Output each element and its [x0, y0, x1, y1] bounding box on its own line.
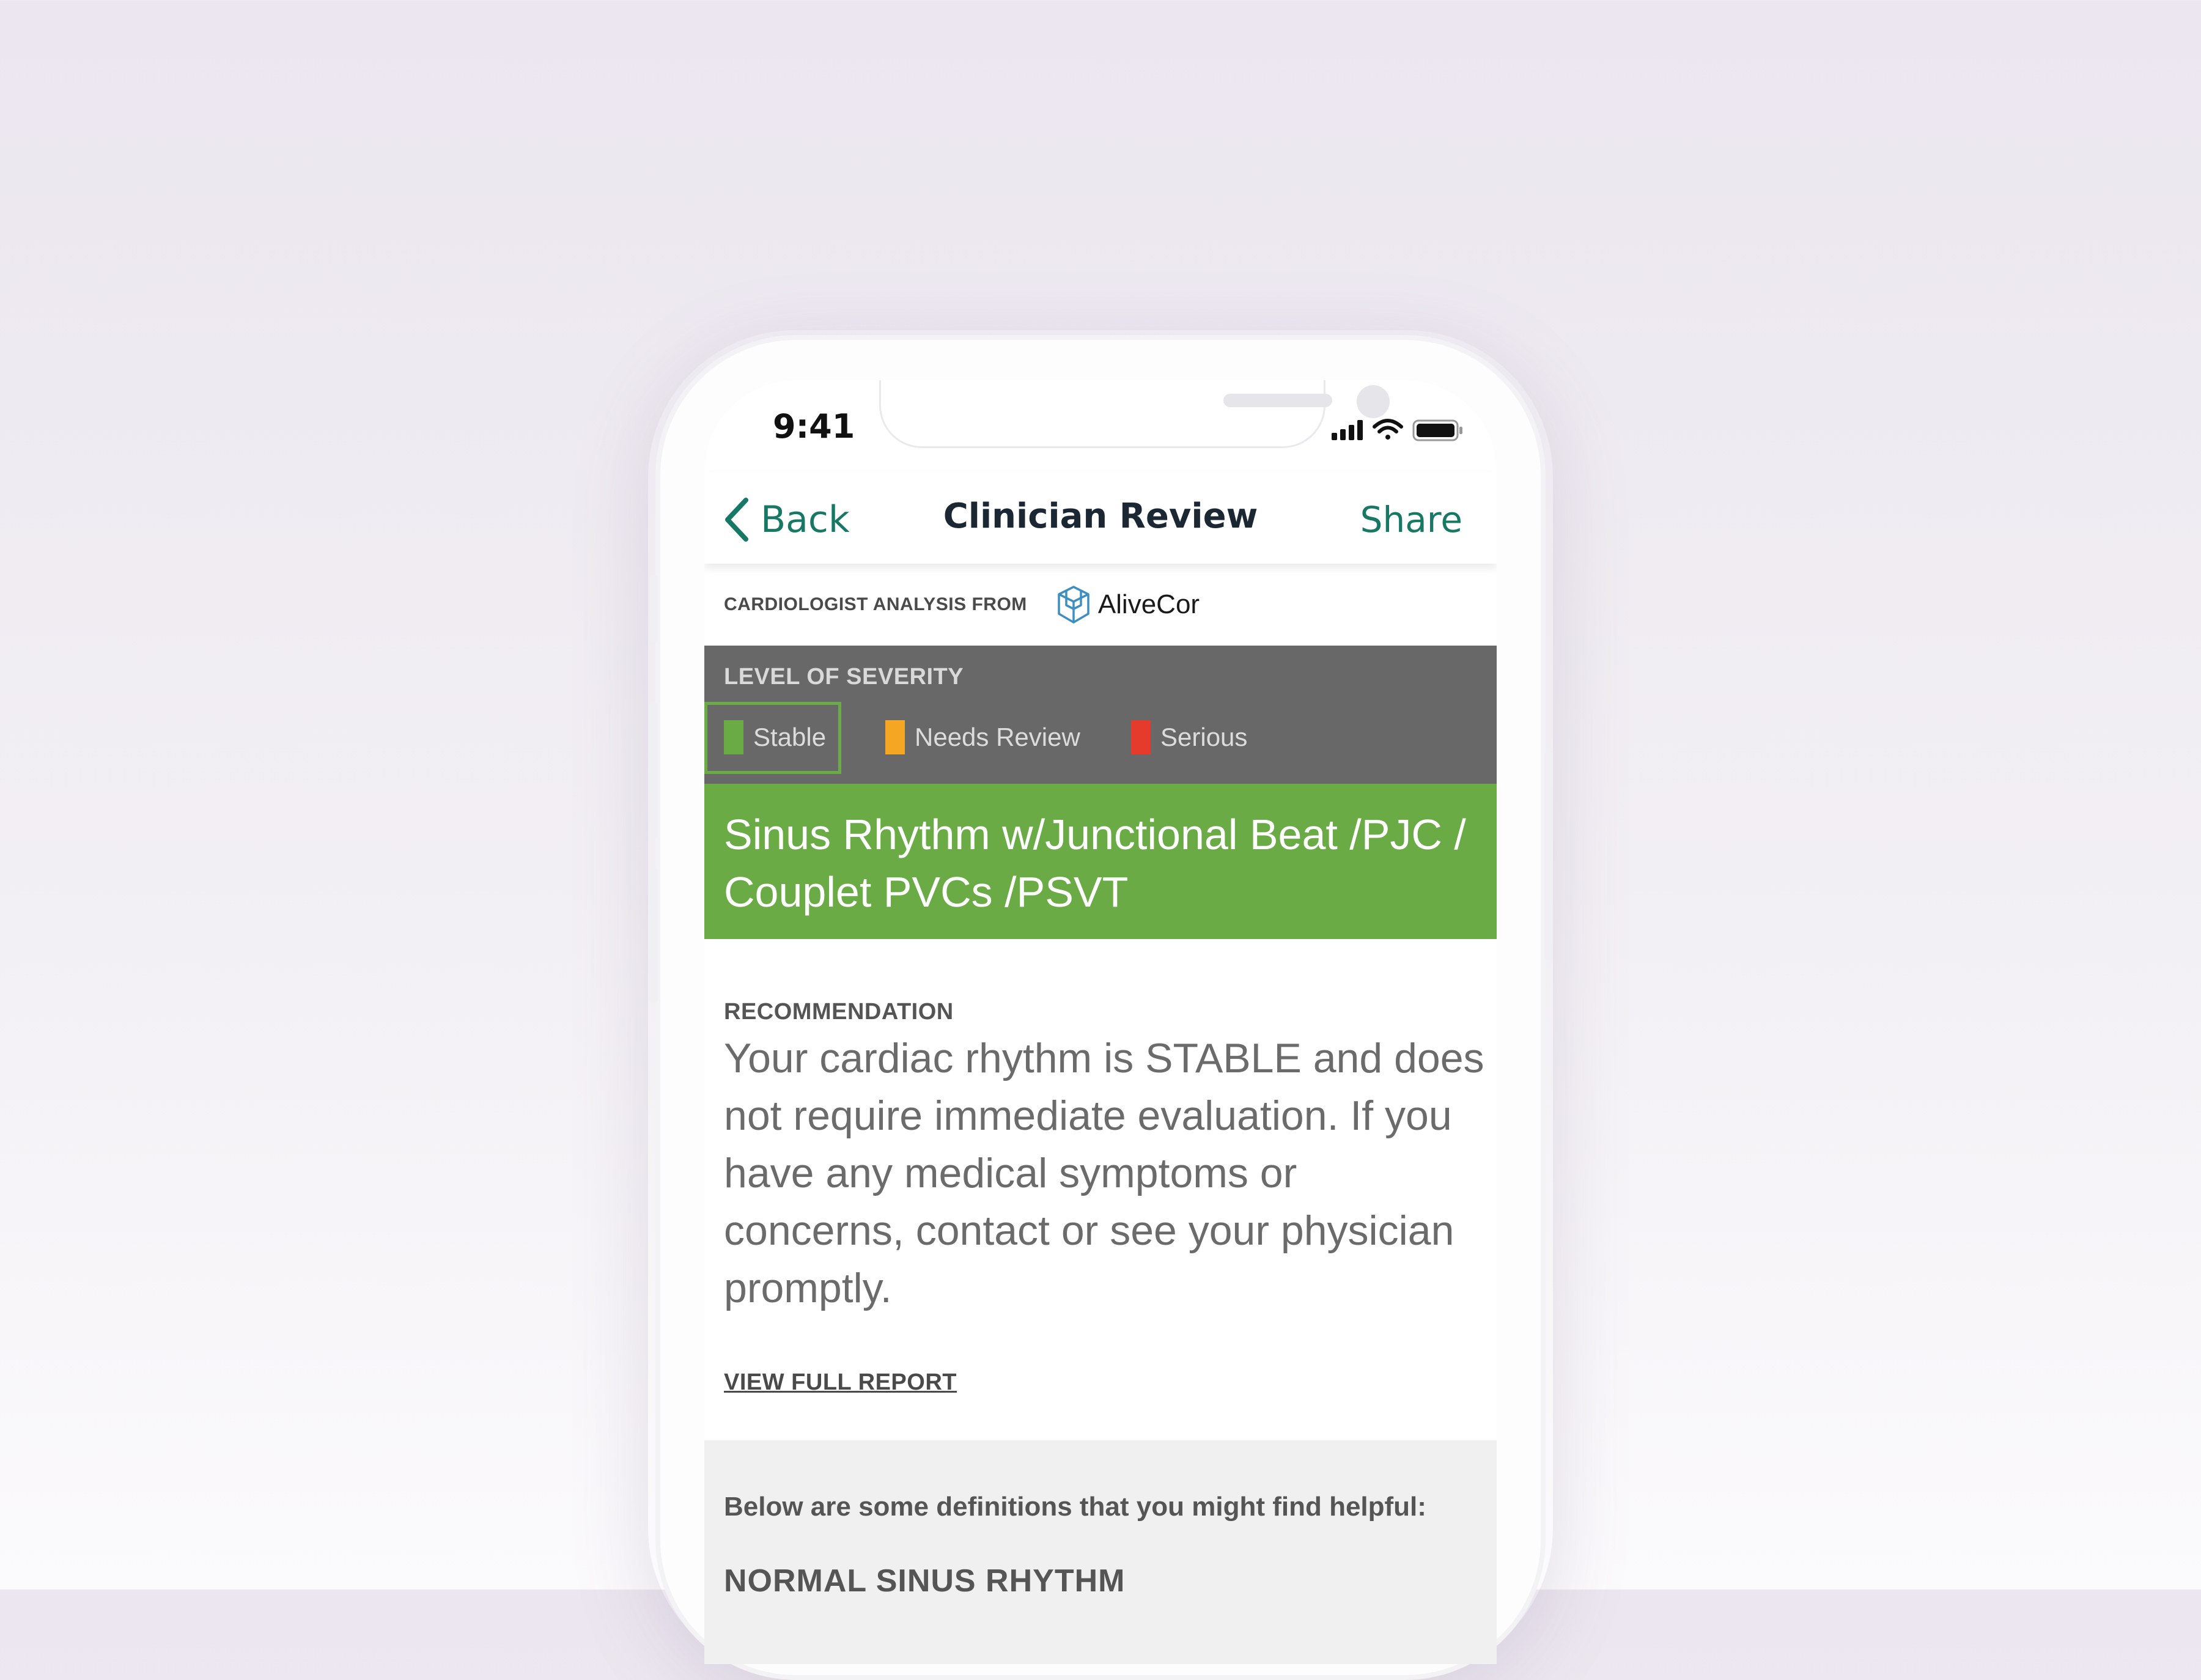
severity-stable-label: Stable — [753, 723, 827, 751]
alivecor-wordmark: AliveCor — [1097, 589, 1200, 619]
severity-needs-review-label: Needs Review — [915, 723, 1080, 751]
chevron-left-icon — [725, 498, 748, 542]
alivecor-logo-icon — [1058, 586, 1089, 624]
severity-heading: LEVEL OF SEVERITY — [724, 664, 964, 690]
status-icons — [1322, 414, 1469, 445]
cellular-signal-icon — [1332, 420, 1363, 440]
back-label: Back — [761, 498, 850, 541]
analysis-source-label: CARDIOLOGIST ANALYSIS FROM — [724, 594, 1027, 614]
severity-serious-swatch — [1131, 720, 1151, 754]
severity-serious: Serious — [1131, 701, 1247, 774]
severity-panel: LEVEL OF SEVERITY Stable Needs Review Se… — [704, 646, 1497, 784]
battery-icon — [1412, 419, 1462, 441]
definitions-intro: Below are some definitions that you migh… — [724, 1492, 1426, 1522]
severity-stable-swatch — [724, 720, 743, 754]
side-button-silent — [649, 575, 658, 642]
severity-needs-review-swatch — [885, 720, 905, 754]
alivecor-logo: AliveCor — [1055, 584, 1200, 625]
status-time: 9:41 — [773, 407, 855, 446]
diagnosis-banner: Sinus Rhythm w/Junctional Beat /PJC / Co… — [704, 784, 1497, 939]
recommendation-text: Your cardiac rhythm is STABLE and does n… — [724, 1035, 1484, 1311]
recommendation-heading: RECOMMENDATION — [724, 999, 954, 1025]
side-button-power — [1544, 752, 1553, 960]
analysis-source-row: CARDIOLOGIST ANALYSIS FROM AliveCor — [704, 564, 1497, 646]
back-button[interactable]: Back — [723, 495, 850, 544]
severity-stable: Stable — [724, 701, 826, 774]
phone-screen: 9:41 Back Clinician Review Share CARDIOL… — [704, 380, 1497, 1664]
diagnosis-text: Sinus Rhythm w/Junctional Beat /PJC / Co… — [724, 811, 1466, 916]
severity-needs-review: Needs Review — [885, 701, 1080, 774]
share-button[interactable]: Share — [1360, 499, 1462, 540]
definition-term: NORMAL SINUS RHYTHM — [724, 1563, 1126, 1599]
notch — [879, 380, 1390, 448]
view-full-report-link[interactable]: VIEW FULL REPORT — [724, 1369, 957, 1396]
front-camera — [1357, 385, 1390, 418]
wifi-icon — [1373, 419, 1403, 440]
speaker-grille — [1223, 394, 1332, 407]
navigation-bar: Back Clinician Review Share — [704, 472, 1497, 564]
definitions-section: Below are some definitions that you migh… — [704, 1440, 1497, 1664]
severity-serious-label: Serious — [1160, 723, 1248, 751]
side-button-volume-up — [649, 703, 658, 838]
side-button-volume-down — [649, 868, 658, 1003]
status-icons-svg — [1332, 419, 1462, 441]
